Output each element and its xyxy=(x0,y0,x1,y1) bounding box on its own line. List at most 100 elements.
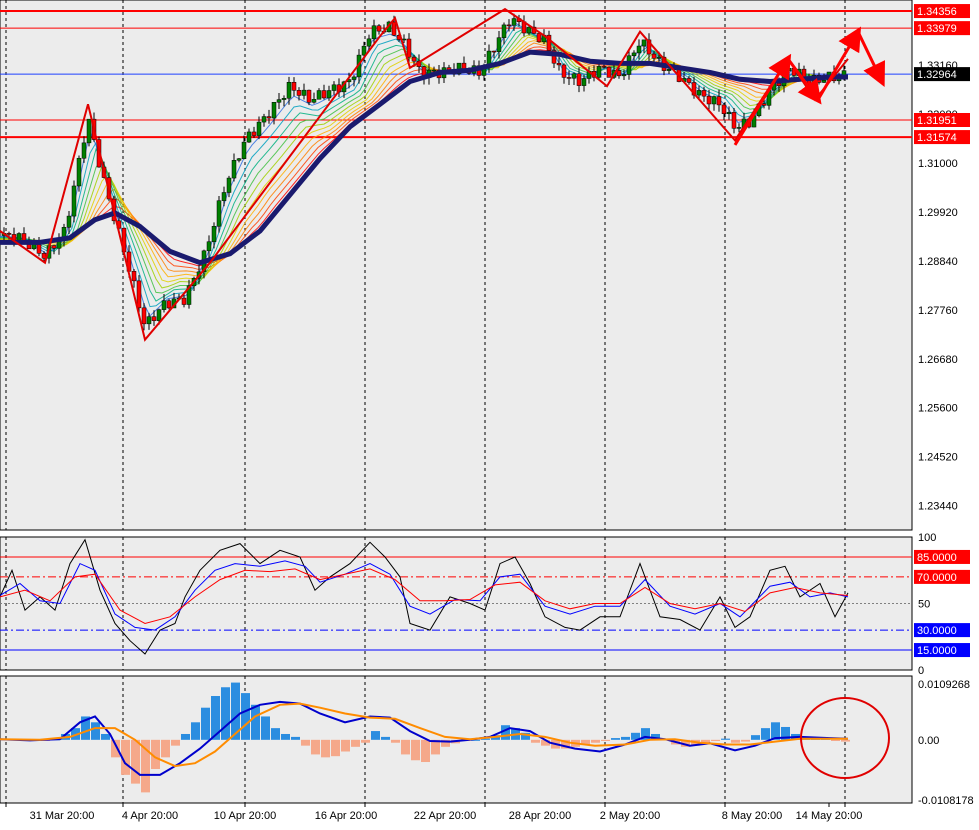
macd-histogram-bar xyxy=(401,739,410,755)
candle-body xyxy=(506,24,512,27)
candle-body xyxy=(161,300,167,310)
candle-body xyxy=(181,297,187,305)
macd-histogram-bar xyxy=(361,739,370,743)
macd-histogram-bar xyxy=(221,687,230,740)
candle-body xyxy=(141,307,147,325)
candle-body xyxy=(321,90,327,99)
price-tick-label: 1.28840 xyxy=(918,256,958,268)
candle-body xyxy=(256,121,262,136)
macd-histogram-bar xyxy=(191,722,200,740)
oscillator-tick-label: 50 xyxy=(918,599,930,611)
candle-body xyxy=(76,157,82,187)
macd-histogram-bar xyxy=(91,722,100,740)
macd-tick-label: 0.0109268 xyxy=(918,679,970,691)
macd-histogram-bar xyxy=(371,731,380,740)
candle-body xyxy=(706,95,712,105)
macd-histogram-bar xyxy=(261,716,270,740)
candle-body xyxy=(616,70,622,77)
candle-body xyxy=(361,45,367,56)
candle-body xyxy=(326,90,332,99)
candle-body xyxy=(21,233,27,241)
candle-body xyxy=(81,142,87,159)
price-tick-label: 1.27760 xyxy=(918,305,958,317)
macd-histogram-bar xyxy=(741,739,750,742)
price-level-label: 1.31951 xyxy=(917,115,957,127)
x-tick-label: 8 May 20:00 xyxy=(722,810,783,822)
candle-body xyxy=(236,158,242,161)
candle-body xyxy=(406,38,412,58)
macd-histogram-bar xyxy=(181,733,190,740)
candle-body xyxy=(731,112,737,129)
macd-histogram-bar xyxy=(381,736,390,740)
oscillator-tick-label: 0 xyxy=(918,665,924,677)
candle-body xyxy=(211,226,217,242)
macd-histogram-bar xyxy=(831,739,840,741)
macd-histogram-bar xyxy=(321,739,330,758)
macd-histogram-bar xyxy=(731,739,740,743)
candle-body xyxy=(351,76,357,80)
candle-body xyxy=(596,66,602,78)
candle-body xyxy=(71,185,77,217)
macd-histogram-bar xyxy=(841,739,850,742)
candle-body xyxy=(566,77,572,79)
candle-body xyxy=(241,141,247,159)
price-level-label: 1.32964 xyxy=(917,69,957,81)
candle-body xyxy=(821,79,827,83)
candle-body xyxy=(686,78,692,83)
candle-body xyxy=(491,50,497,53)
candle-body xyxy=(641,39,647,47)
candle-body xyxy=(761,103,767,106)
x-tick-label: 28 Apr 20:00 xyxy=(509,810,571,822)
candle-body xyxy=(51,245,57,249)
candle-body xyxy=(206,241,212,252)
candle-body xyxy=(631,52,637,56)
candle-body xyxy=(786,67,792,72)
candle-body xyxy=(556,62,562,66)
macd-histogram-bar xyxy=(111,739,120,758)
candle-body xyxy=(526,26,532,34)
candle-body xyxy=(401,38,407,41)
macd-histogram-bar xyxy=(351,739,360,747)
price-level-label: 1.33979 xyxy=(917,23,957,35)
candle-body xyxy=(266,116,272,119)
macd-histogram-bar xyxy=(721,738,730,740)
candle-body xyxy=(131,271,137,282)
candle-body xyxy=(711,96,717,105)
price-tick-label: 1.23440 xyxy=(918,501,958,513)
macd-histogram-bar xyxy=(301,739,310,746)
candle-body xyxy=(636,45,642,54)
candle-body xyxy=(581,78,587,86)
price-level-label: 1.31574 xyxy=(917,132,957,144)
price-tick-label: 1.24520 xyxy=(918,452,958,464)
candle-body xyxy=(151,316,157,321)
macd-tick-label: 0.00 xyxy=(918,735,939,747)
candle-body xyxy=(776,83,782,87)
candle-body xyxy=(6,233,12,235)
price-level-label: 1.34356 xyxy=(917,6,957,18)
macd-histogram-bar xyxy=(421,739,430,763)
macd-histogram-bar xyxy=(531,739,540,743)
candle-body xyxy=(571,73,577,79)
candle-body xyxy=(136,280,142,309)
candle-body xyxy=(411,56,417,62)
candle-body xyxy=(391,21,397,36)
candle-body xyxy=(261,116,267,123)
x-tick-label: 31 Mar 20:00 xyxy=(30,810,95,822)
macd-histogram-bar xyxy=(311,739,320,755)
macd-histogram-bar xyxy=(601,739,610,741)
x-tick-label: 14 May 20:00 xyxy=(796,810,863,822)
candle-body xyxy=(726,112,732,114)
candle-body xyxy=(156,309,162,321)
candle-body xyxy=(721,104,727,114)
candle-body xyxy=(696,90,702,96)
trading-chart[interactable]: 1.331601.320801.310001.299201.288401.277… xyxy=(0,0,979,827)
macd-histogram-bar xyxy=(241,693,250,740)
candle-body xyxy=(301,89,307,96)
price-tick-label: 1.31000 xyxy=(918,158,958,170)
candle-body xyxy=(281,98,287,100)
candle-body xyxy=(656,56,662,59)
macd-histogram-bar xyxy=(281,733,290,740)
candle-body xyxy=(666,69,672,71)
candle-body xyxy=(216,200,222,227)
oscillator-level-label: 30.0000 xyxy=(917,625,957,637)
